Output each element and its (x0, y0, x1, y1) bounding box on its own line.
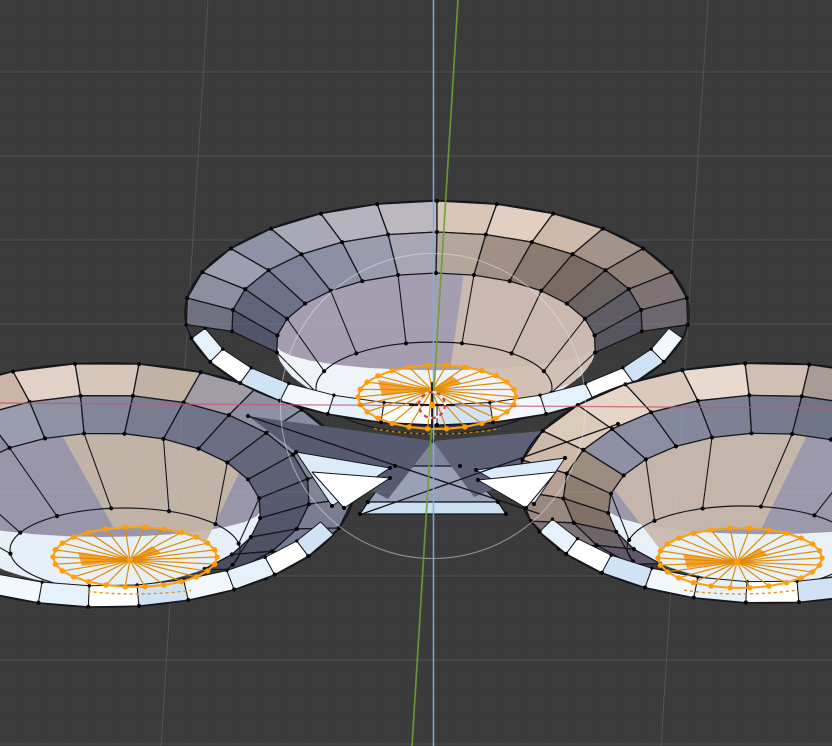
blender-3d-viewport[interactable] (0, 0, 832, 746)
viewport-canvas[interactable] (0, 0, 832, 746)
